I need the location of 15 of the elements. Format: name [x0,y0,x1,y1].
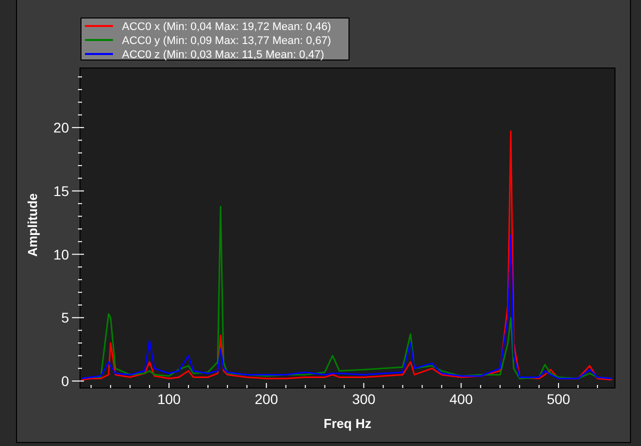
y-tick-label: 0 [61,373,69,390]
y-tick-label: 5 [61,310,69,326]
y-tick-label: 15 [53,182,69,199]
x-tick-label: 400 [449,391,473,407]
legend-label: ACC0 y (Min: 0,09 Max: 13,77 Mean: 0,67) [122,35,332,47]
x-tick-label: 300 [352,391,376,407]
y-tick-label: 20 [53,120,69,136]
x-tick-label: 200 [254,391,278,407]
x-axis-title: Freq Hz [324,416,372,431]
legend-label: ACC0 z (Min: 0,03 Max: 11,5 Mean: 0,47) [122,49,324,61]
x-tick-label: 100 [157,391,181,407]
legend-label: ACC0 x (Min: 0,04 Max: 19,72 Mean: 0,46) [122,21,332,33]
x-tick-label: 500 [546,391,570,407]
y-tick-label: 10 [53,246,69,262]
y-axis-title: Amplitude [25,193,40,257]
